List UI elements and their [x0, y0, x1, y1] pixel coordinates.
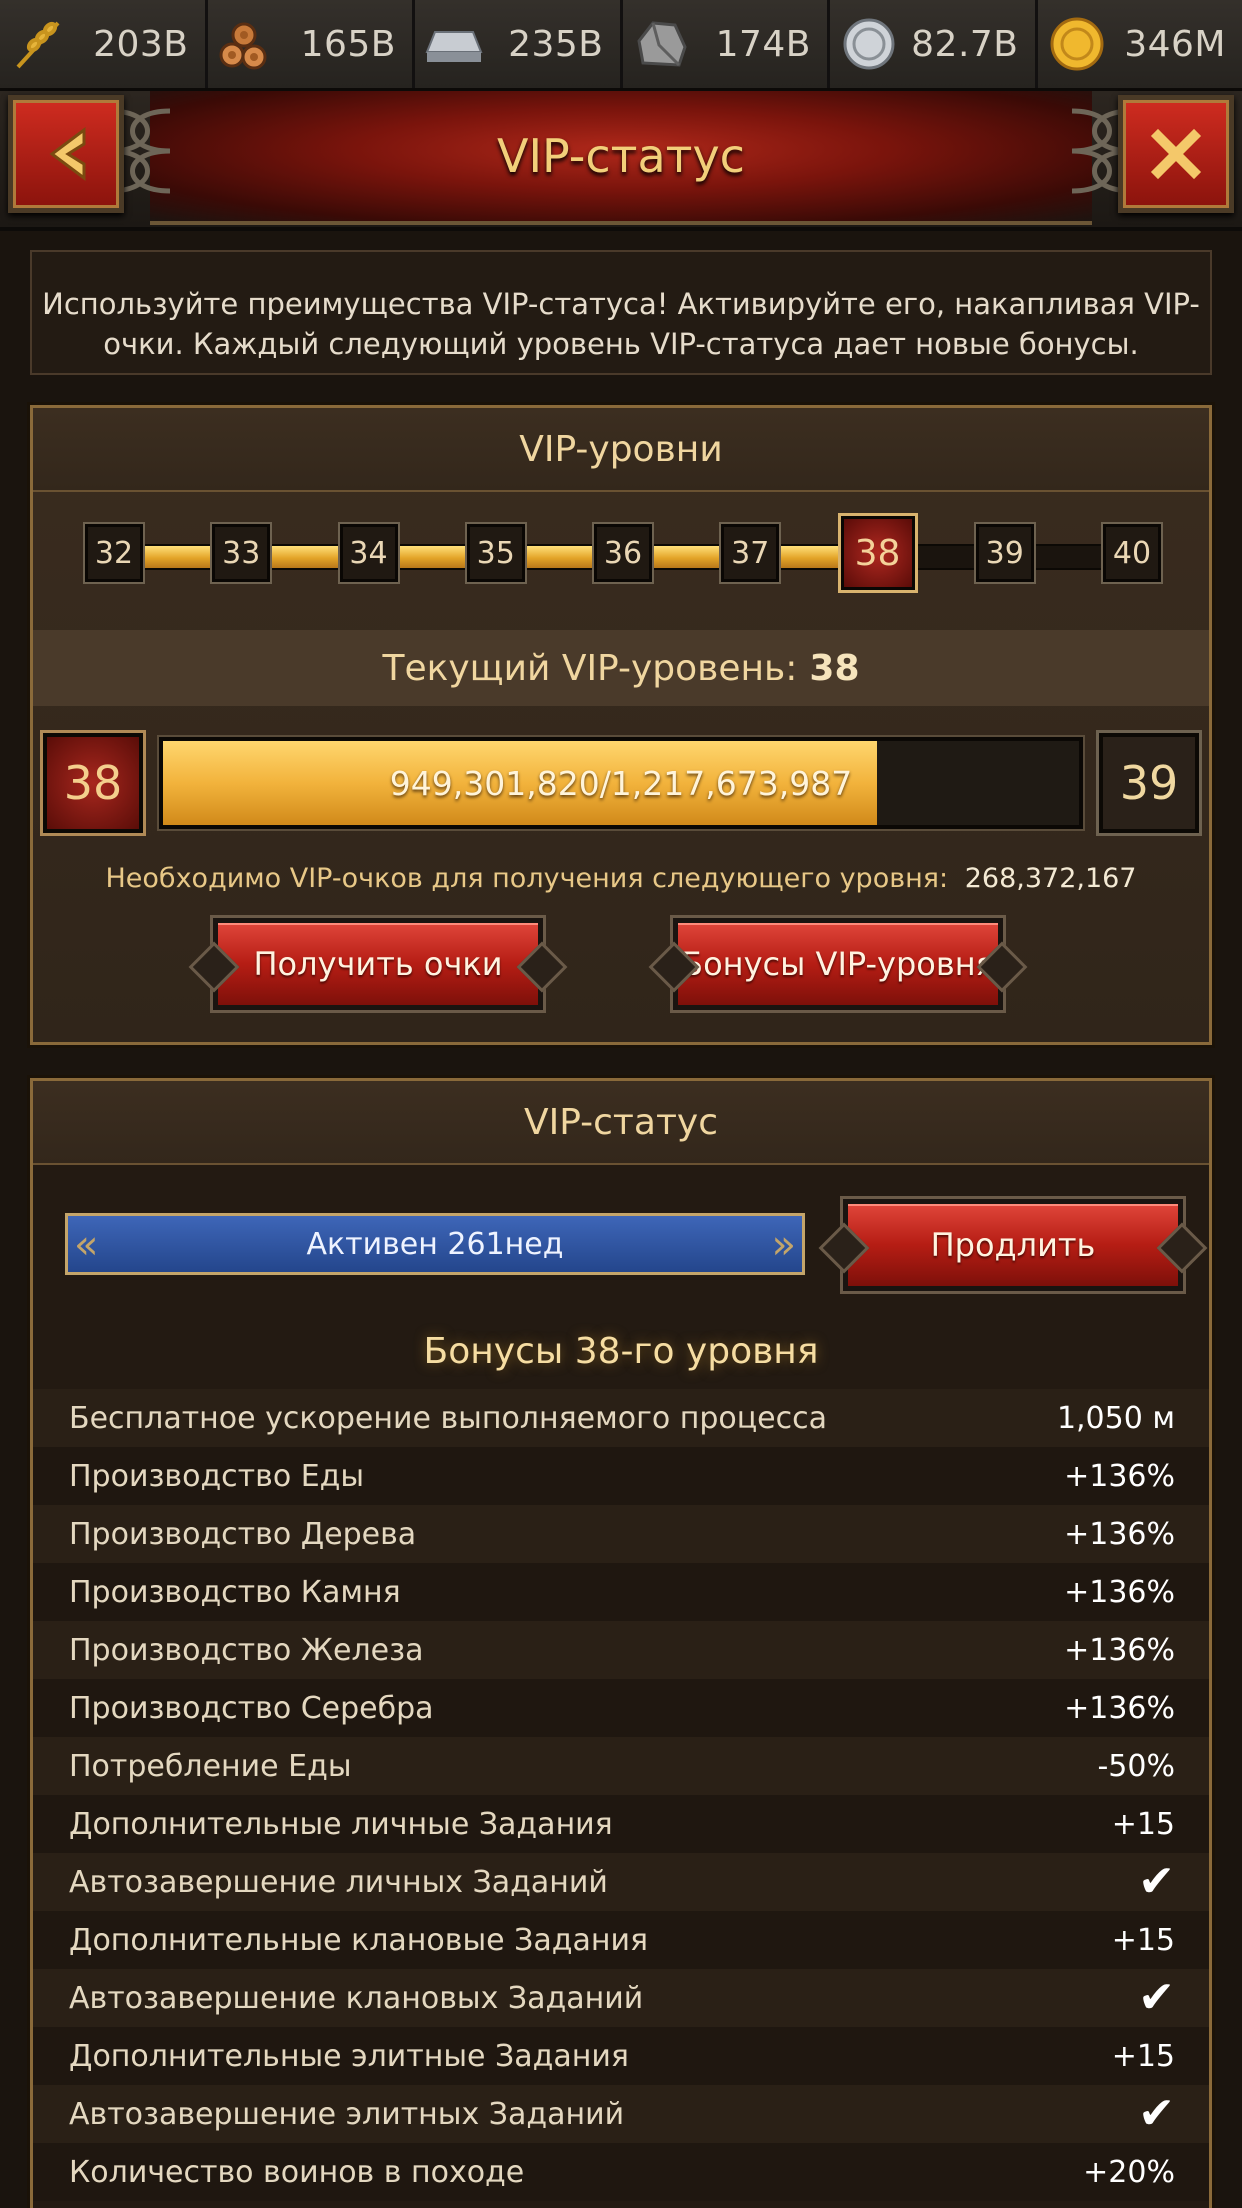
points-needed-label: Необходимо VIP-очков для получения следу… — [105, 863, 949, 894]
bonus-label: Производство Камня — [69, 1574, 401, 1610]
points-needed-value: 268,372,167 — [964, 863, 1137, 894]
iron-ingot-icon — [425, 15, 483, 73]
progress-bar: 949,301,820/1,217,673,987 — [159, 737, 1083, 829]
bonus-row: Дополнительные клановые Задания +15 — [33, 1911, 1209, 1969]
level-bonuses-button[interactable]: Бонусы VIP-уровня — [673, 918, 1003, 1010]
bonus-label: Производство Дерева — [69, 1516, 417, 1552]
bonus-row: Автозавершение личных Заданий ✔ — [33, 1853, 1209, 1911]
bonus-row: Автозавершение клановых Заданий ✔ — [33, 1969, 1209, 2027]
resource-iron-value: 235B — [508, 23, 604, 65]
level-node-36[interactable]: 36 — [594, 524, 652, 582]
resource-gold-value: 346M — [1124, 23, 1226, 65]
active-status-bar: Активен 261нед — [65, 1213, 805, 1275]
bonus-value: +136% — [1064, 1574, 1175, 1610]
header: VIP-статус — [0, 91, 1242, 231]
level-node-34[interactable]: 34 — [339, 524, 398, 582]
bonus-value: +15 — [1111, 2038, 1175, 2074]
resource-gold[interactable]: 346M — [1037, 0, 1242, 88]
from-level-badge: 38 — [43, 733, 143, 833]
vip-status-panel: VIP-статус Активен 261нед Продлить Бонус… — [30, 1078, 1212, 2208]
wheat-icon — [10, 15, 68, 73]
level-node-38-current[interactable]: 38 — [840, 516, 915, 590]
resource-food-value: 203B — [93, 23, 189, 65]
resource-wood-value: 165B — [300, 23, 396, 65]
checkmark-icon: ✔ — [1138, 1856, 1175, 1907]
extend-button[interactable]: Продлить — [843, 1199, 1183, 1291]
gold-coin-icon — [1048, 15, 1106, 73]
level-progress: 38 949,301,820/1,217,673,987 39 — [43, 733, 1199, 833]
bonus-value: -50% — [1097, 1748, 1175, 1784]
current-level-value: 38 — [809, 647, 860, 689]
bonus-label: Автозавершение клановых Заданий — [69, 1980, 644, 2016]
bonus-value: +136% — [1064, 1516, 1175, 1552]
progress-text: 949,301,820/1,217,673,987 — [389, 763, 853, 803]
bonus-row: Дополнительные личные Задания +15 — [33, 1795, 1209, 1853]
level-node-37[interactable]: 37 — [721, 524, 780, 582]
bonus-row: Дополнительные элитные Задания +15 — [33, 2027, 1209, 2085]
bonus-value: 1,050 м — [1056, 1400, 1175, 1436]
resource-wood[interactable]: 165B — [207, 0, 415, 88]
current-level-band: Текущий VIP-уровень: 38 — [33, 630, 1209, 706]
chevron-left-icon — [49, 127, 86, 181]
bonus-value: +20% — [1083, 2154, 1175, 2190]
level-node-33[interactable]: 33 — [212, 524, 271, 582]
bonus-label: Дополнительные клановые Задания — [69, 1922, 649, 1958]
resource-stone-value: 174B — [715, 23, 811, 65]
bonus-label: Автозавершение элитных Заданий — [69, 2096, 625, 2132]
get-points-button[interactable]: Получить очки — [213, 918, 543, 1010]
vip-levels-panel: VIP-уровни 32 33 34 35 36 37 38 39 40 Те… — [30, 405, 1212, 1045]
wood-logs-icon — [218, 15, 276, 73]
resource-iron[interactable]: 235B — [415, 0, 623, 88]
bonus-label: Дополнительные личные Задания — [69, 1806, 613, 1842]
bonus-label: Производство Серебра — [69, 1690, 434, 1726]
vip-levels-title: VIP-уровни — [33, 408, 1209, 492]
close-button[interactable] — [1118, 95, 1234, 213]
silver-coin-icon — [840, 15, 898, 73]
bonus-value: +15 — [1111, 1922, 1175, 1958]
bonus-label: Количество воинов в походе — [69, 2154, 525, 2190]
resource-silver[interactable]: 82.7B — [830, 0, 1038, 88]
bonus-label: Дополнительные элитные Задания — [69, 2038, 629, 2074]
bonus-value: +136% — [1064, 1690, 1175, 1726]
bonus-row: Автозавершение элитных Заданий ✔ — [33, 2085, 1209, 2143]
bonus-row: Бесплатное ускорение выполняемого процес… — [33, 1389, 1209, 1447]
to-level-badge: 39 — [1099, 733, 1199, 833]
bonus-row: Производство Еды +136% — [33, 1447, 1209, 1505]
checkmark-icon: ✔ — [1138, 1972, 1175, 2023]
resource-stone[interactable]: 174B — [622, 0, 830, 88]
back-button[interactable] — [8, 95, 124, 213]
bonus-row: Потребление Еды -50% — [33, 1737, 1209, 1795]
level-node-35[interactable]: 35 — [466, 524, 525, 582]
level-node-40[interactable]: 40 — [1103, 524, 1161, 582]
resource-silver-value: 82.7B — [911, 23, 1019, 65]
level-track: 32 33 34 35 36 37 38 39 40 — [73, 516, 1173, 590]
stone-icon — [633, 15, 691, 73]
bonus-value: +136% — [1064, 1632, 1175, 1668]
points-needed: Необходимо VIP-очков для получения следу… — [33, 863, 1209, 894]
bonus-value: +136% — [1064, 1458, 1175, 1494]
page-title: VIP-статус — [497, 129, 745, 183]
bonus-label: Производство Железа — [69, 1632, 424, 1668]
bonus-label: Бесплатное ускорение выполняемого процес… — [69, 1400, 827, 1436]
bonus-row: Производство Дерева +136% — [33, 1505, 1209, 1563]
bonus-value: +15 — [1111, 1806, 1175, 1842]
bonus-label: Потребление Еды — [69, 1748, 352, 1784]
checkmark-icon: ✔ — [1138, 2088, 1175, 2139]
level-node-32[interactable]: 32 — [85, 524, 143, 582]
bonus-label: Автозавершение личных Заданий — [69, 1864, 608, 1900]
resource-bar: 203B 165B 235B 174B 82.7B 346M — [0, 0, 1242, 91]
resource-food[interactable]: 203B — [0, 0, 208, 88]
bonus-row: Производство Железа +136% — [33, 1621, 1209, 1679]
level-bonus-title: Бонусы 38-го уровня — [423, 1331, 819, 1372]
close-icon — [1150, 128, 1202, 180]
level-node-39[interactable]: 39 — [975, 524, 1034, 582]
vip-status-title: VIP-статус — [33, 1081, 1209, 1165]
bonus-row: Производство Серебра +136% — [33, 1679, 1209, 1737]
bonus-label: Производство Еды — [69, 1458, 365, 1494]
bonus-row: Количество воинов в походе +20% — [33, 2143, 1209, 2201]
intro-text: Используйте преимущества VIP-статуса! Ак… — [30, 250, 1212, 375]
current-level-label: Текущий VIP-уровень: — [382, 647, 798, 689]
bonus-row: Производство Камня +136% — [33, 1563, 1209, 1621]
bonus-list: Бесплатное ускорение выполняемого процес… — [33, 1389, 1209, 2201]
